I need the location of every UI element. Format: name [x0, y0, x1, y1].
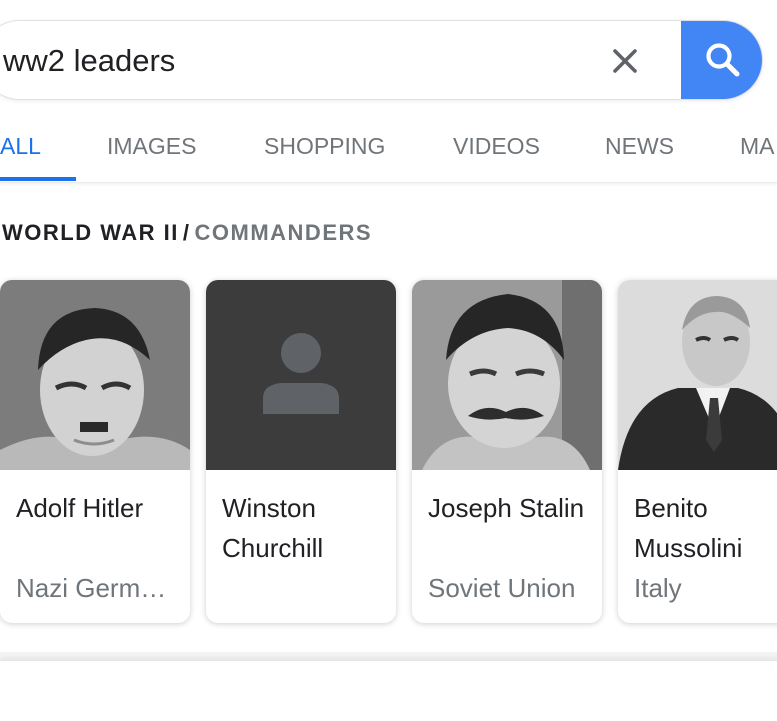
card-subtitle: Italy — [634, 573, 682, 603]
portrait-photo — [0, 280, 190, 470]
card-name: Joseph Stalin — [428, 493, 585, 523]
tab-videos[interactable]: VIDEOS — [453, 104, 540, 182]
portrait-photo — [412, 280, 602, 470]
card-name: Benito Mussolini — [634, 493, 743, 563]
active-tab-indicator — [0, 177, 76, 181]
knowledge-heading: WORLD WAR II / COMMANDERS — [2, 220, 372, 246]
tab-all[interactable]: ALL — [0, 104, 41, 182]
close-icon — [613, 49, 637, 73]
search-bar[interactable]: ww2 leaders — [0, 20, 763, 100]
commander-card[interactable]: Benito Mussolini Italy — [618, 280, 777, 623]
portrait-placeholder — [206, 280, 396, 470]
tab-maps[interactable]: MA — [740, 104, 775, 182]
search-input[interactable]: ww2 leaders — [3, 21, 175, 99]
tab-shopping[interactable]: SHOPPING — [264, 104, 385, 182]
heading-child: COMMANDERS — [194, 220, 373, 245]
search-button[interactable] — [681, 21, 762, 99]
next-result-card — [0, 660, 777, 721]
person-icon — [263, 333, 339, 414]
commander-card[interactable]: Joseph Stalin Soviet Union — [412, 280, 602, 623]
portrait-photo — [618, 280, 777, 470]
card-name: Winston Churchill — [222, 493, 324, 563]
card-subtitle: Nazi Germ… — [16, 573, 167, 603]
clear-search-button[interactable] — [607, 43, 643, 79]
commander-card[interactable]: Adolf Hitler Nazi Germ… — [0, 280, 190, 623]
tab-images[interactable]: IMAGES — [107, 104, 196, 182]
card-name: Adolf Hitler — [16, 493, 144, 523]
heading-parent[interactable]: WORLD WAR II — [2, 220, 179, 245]
section-divider — [0, 652, 777, 660]
card-subtitle: Soviet Union — [428, 573, 576, 603]
search-icon — [706, 43, 740, 77]
search-tabs: ALL IMAGES SHOPPING VIDEOS NEWS MA — [0, 104, 777, 183]
commander-card[interactable]: Winston Churchill — [206, 280, 396, 623]
heading-separator: / — [182, 220, 191, 245]
tab-news[interactable]: NEWS — [605, 104, 674, 182]
